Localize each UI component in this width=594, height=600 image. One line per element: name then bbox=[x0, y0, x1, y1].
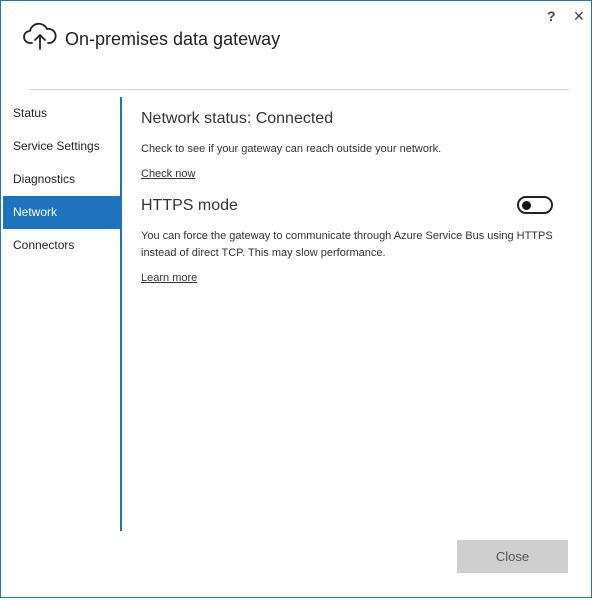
toggle-knob bbox=[522, 200, 531, 210]
sidebar-nav: Status Service Settings Diagnostics Netw… bbox=[3, 97, 122, 531]
sidebar-item-diagnostics[interactable]: Diagnostics bbox=[3, 163, 120, 196]
network-status-title: Network status: Connected bbox=[141, 110, 334, 127]
network-panel: Network status: Connected Check to see i… bbox=[141, 99, 571, 286]
help-button[interactable]: ? bbox=[547, 9, 556, 23]
cloud-upload-icon bbox=[23, 22, 57, 50]
sidebar-item-connectors[interactable]: Connectors bbox=[3, 229, 120, 262]
https-mode-title: HTTPS mode bbox=[141, 197, 238, 214]
https-mode-toggle[interactable] bbox=[517, 196, 553, 214]
check-now-link[interactable]: Check now bbox=[141, 168, 195, 180]
sidebar-item-service-settings[interactable]: Service Settings bbox=[3, 130, 120, 163]
app-title: On-premises data gateway bbox=[65, 29, 281, 49]
window-close-button[interactable]: ✕ bbox=[573, 9, 585, 23]
learn-more-link[interactable]: Learn more bbox=[141, 272, 197, 284]
gateway-window: ? ✕ On-premises data gateway Status Serv… bbox=[0, 0, 592, 598]
header-divider bbox=[29, 89, 569, 90]
sidebar-item-network[interactable]: Network bbox=[3, 196, 120, 229]
sidebar-item-status[interactable]: Status bbox=[3, 97, 120, 130]
close-button[interactable]: Close bbox=[457, 540, 568, 573]
https-mode-description: You can force the gateway to communicate… bbox=[141, 230, 553, 259]
network-status-description: Check to see if your gateway can reach o… bbox=[141, 143, 442, 155]
